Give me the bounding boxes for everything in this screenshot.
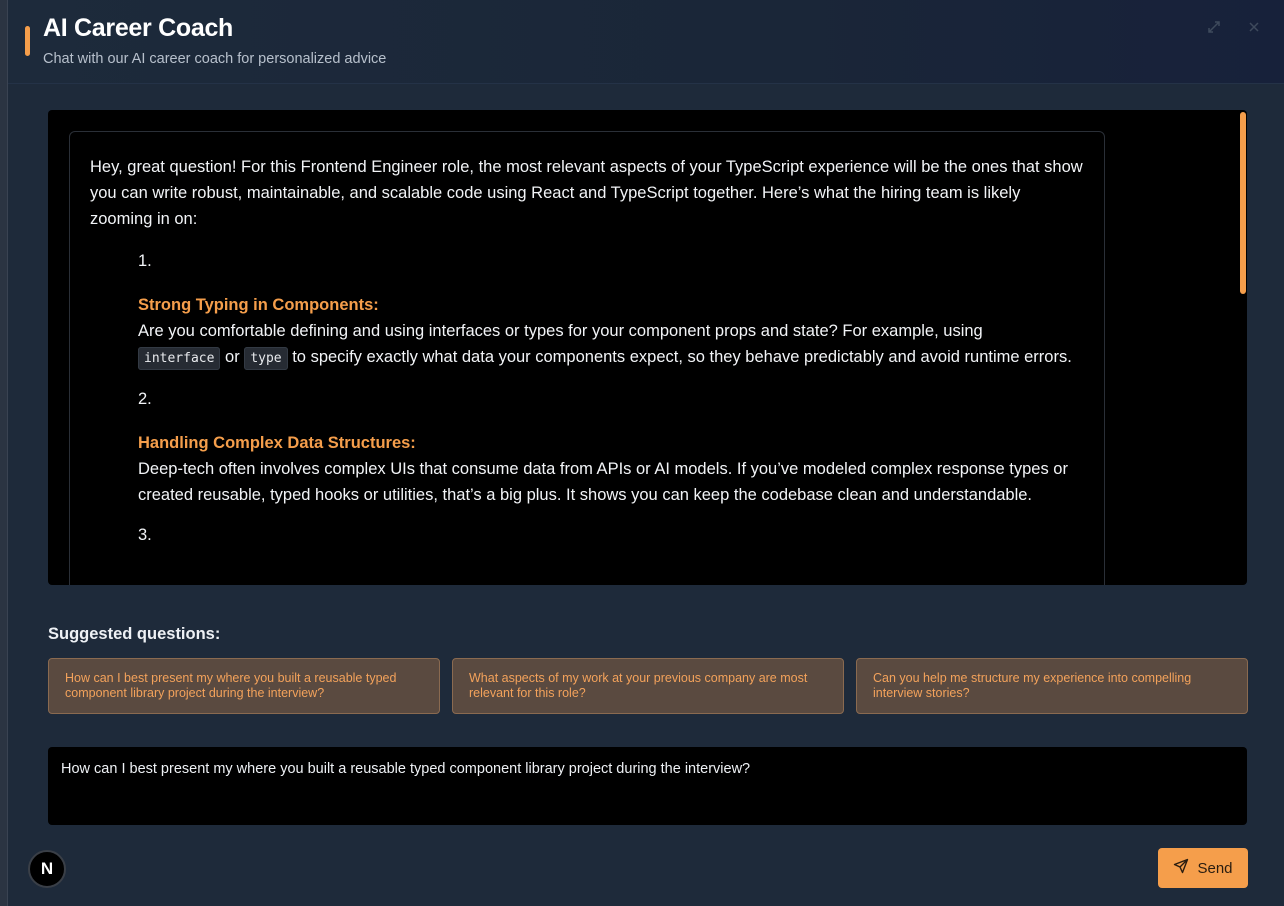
list-number: 1. <box>138 252 152 270</box>
code-snippet: type <box>244 347 288 370</box>
list-number: 2. <box>138 390 152 408</box>
send-label: Send <box>1197 859 1233 877</box>
suggested-question-button[interactable]: How can I best present my where you buil… <box>48 658 440 714</box>
message-input[interactable]: How can I best present my where you buil… <box>48 747 1247 825</box>
header: AI Career Coach Chat with our AI career … <box>8 0 1284 84</box>
suggested-question-button[interactable]: What aspects of my work at your previous… <box>452 658 844 714</box>
scrollbar-thumb[interactable] <box>1240 112 1246 294</box>
send-icon <box>1173 858 1189 878</box>
list-number: 3. <box>138 526 152 544</box>
send-button[interactable]: Send <box>1158 848 1248 888</box>
message-list: 1. Strong Typing in Components: Are you … <box>138 248 1084 548</box>
left-edge-strip <box>0 0 8 906</box>
list-item-title: Strong Typing in Components: <box>138 296 379 314</box>
suggested-question-button[interactable]: Can you help me structure my experience … <box>856 658 1248 714</box>
page-subtitle: Chat with our AI career coach for person… <box>43 51 387 67</box>
code-snippet: interface <box>138 347 221 370</box>
next-logo-badge[interactable]: N <box>28 850 66 888</box>
chat-panel[interactable]: Hey, great question! For this Frontend E… <box>48 110 1247 585</box>
page-title: AI Career Coach <box>43 14 234 42</box>
body-text: Are you comfortable defining and using i… <box>138 322 983 340</box>
assistant-message: Hey, great question! For this Frontend E… <box>69 131 1105 585</box>
accent-bar <box>25 26 30 56</box>
expand-icon[interactable] <box>1206 20 1222 36</box>
body-text: to specify exactly what data your compon… <box>292 348 1072 366</box>
close-icon[interactable] <box>1246 20 1262 36</box>
message-intro: Hey, great question! For this Frontend E… <box>90 158 1083 228</box>
list-item-title: Handling Complex Data Structures: <box>138 434 416 452</box>
suggested-questions-label: Suggested questions: <box>48 625 221 643</box>
list-item-body: Deep-tech often involves complex UIs tha… <box>138 460 1068 504</box>
body-text: or <box>225 348 240 366</box>
list-item-body: Are you comfortable defining and using i… <box>138 318 1084 372</box>
